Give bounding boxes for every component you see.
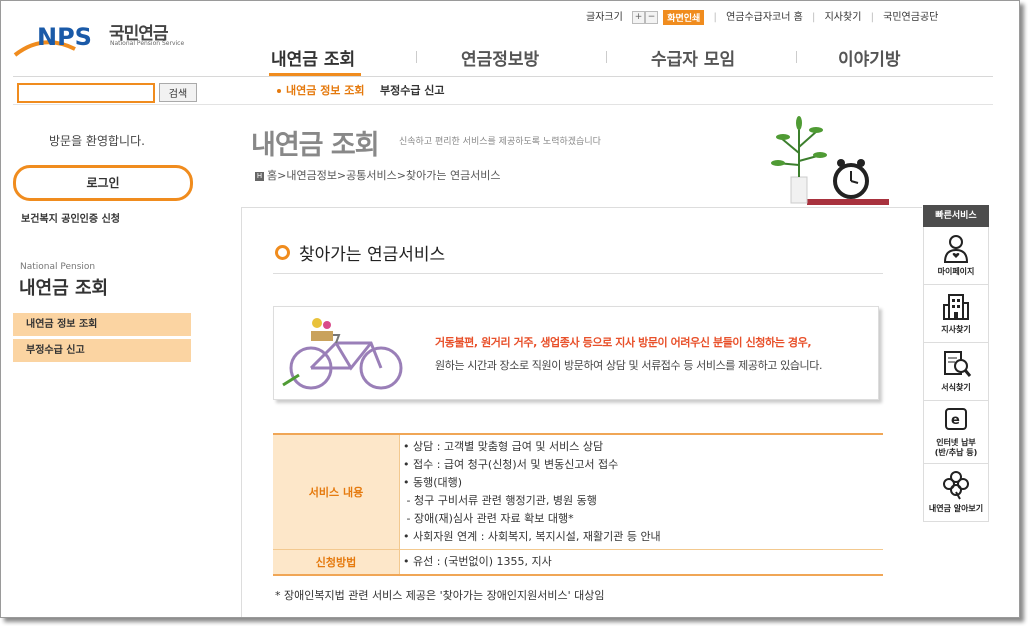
banner-highlight-text: 거동불편, 원거리 거주, 생업종사 등으로 지사 방문이 어려우신 분들이 신… bbox=[435, 336, 812, 349]
search-input[interactable] bbox=[17, 83, 155, 103]
quick-item-internet-payment[interactable]: e 인터넷 납부 (반/추납 등) bbox=[923, 401, 989, 464]
section-divider bbox=[273, 273, 883, 274]
page-description: 신속하고 편리한 서비스를 제공하도록 노력하겠습니다 bbox=[399, 137, 601, 147]
quick-item-pension-check[interactable]: 내연금 알아보기 bbox=[923, 464, 989, 522]
search-button[interactable]: 검색 bbox=[159, 83, 197, 102]
welcome-text: 방문을 환영합니다. bbox=[49, 134, 145, 148]
login-button[interactable]: 로그인 bbox=[13, 165, 193, 201]
quick-service-menu: 빠른서비스 마이페이지 지사찾기 서식찾기 e 인터넷 납부 (반/추납 등) … bbox=[923, 205, 989, 522]
service-table: 서비스 내용 • 상담 : 고객별 맞춤형 급여 및 서비스 상담 • 접수 :… bbox=[273, 433, 883, 576]
table-row: 서비스 내용 • 상담 : 고객별 맞춤형 급여 및 서비스 상담 • 접수 :… bbox=[273, 433, 883, 550]
browser-page: NPS 국민연금 National Pension Service 글자크기 +… bbox=[0, 0, 1020, 618]
bicycle-illustration bbox=[282, 318, 403, 390]
section-title: 찾아가는 연금서비스 bbox=[299, 245, 446, 265]
table-row: 신청방법 • 유선 : (국번없이) 1355, 지사 bbox=[273, 549, 883, 576]
svg-text:e: e bbox=[951, 413, 960, 428]
sidebar-item-my-pension-info[interactable]: 내연금 정보 조회 bbox=[13, 313, 191, 336]
gnb-stories[interactable]: 이야기방 bbox=[838, 45, 901, 70]
screen-print-button[interactable]: 화면인쇄 bbox=[663, 9, 705, 25]
util-link-recipient-home[interactable]: 연금수급자코너 홈 bbox=[726, 12, 803, 23]
plant-clock-illustration bbox=[771, 116, 889, 205]
table-header-service: 서비스 내용 bbox=[273, 433, 400, 550]
table-cell-service: • 상담 : 고객별 맞춤형 급여 및 서비스 상담 • 접수 : 급여 청구(… bbox=[399, 433, 883, 550]
lnb-english-title: National Pension bbox=[20, 262, 96, 272]
breadcrumb: H 홈>내연금정보>공통서비스>찾아가는 연금서비스 bbox=[255, 169, 501, 182]
person-heart-icon bbox=[943, 235, 969, 263]
subnav-fraud-report[interactable]: 부정수급 신고 bbox=[380, 82, 445, 98]
footnote: * 장애인복지법 관련 서비스 제공은 '찾아가는 장애인지원서비스' 대상임 bbox=[275, 589, 605, 602]
gnb-pension-info[interactable]: 연금정보방 bbox=[461, 45, 539, 70]
quick-item-form-search[interactable]: 서식찾기 bbox=[923, 343, 989, 401]
table-header-apply: 신청방법 bbox=[273, 549, 400, 576]
util-link-nps[interactable]: 국민연금공단 bbox=[883, 12, 938, 23]
utility-nav: 글자크기 + − 화면인쇄 | 연금수급자코너 홈 | 지사찾기 | 국민연금공단 bbox=[586, 9, 939, 25]
font-size-label: 글자크기 bbox=[586, 12, 623, 23]
quick-menu-title: 빠른서비스 bbox=[923, 205, 989, 227]
clover-icon bbox=[943, 471, 969, 500]
building-icon bbox=[943, 294, 969, 320]
gnb-divider bbox=[13, 76, 993, 77]
active-dot-icon bbox=[277, 89, 281, 93]
quick-item-branch-search[interactable]: 지사찾기 bbox=[923, 285, 989, 343]
nps-logo[interactable]: NPS bbox=[13, 19, 111, 63]
util-link-branch-search[interactable]: 지사찾기 bbox=[825, 12, 862, 23]
gnb-my-pension[interactable]: 내연금 조회 bbox=[271, 45, 355, 70]
internet-e-icon: e bbox=[945, 408, 967, 430]
document-search-icon bbox=[944, 351, 972, 377]
section-bullet-icon bbox=[275, 245, 290, 260]
gnb-recipient-group[interactable]: 수급자 모임 bbox=[651, 45, 735, 70]
lnb-title: 내연금 조회 bbox=[19, 278, 109, 299]
sidebar-item-fraud-report[interactable]: 부정수급 신고 bbox=[13, 339, 191, 362]
home-icon: H bbox=[255, 171, 264, 181]
page-title: 내연금 조회 bbox=[251, 130, 380, 161]
subnav-divider bbox=[13, 104, 993, 105]
certificate-request-link[interactable]: 보건복지 공인인증 신청 bbox=[21, 210, 120, 225]
zoom-in-button[interactable]: + bbox=[632, 10, 645, 24]
quick-item-mypage[interactable]: 마이페이지 bbox=[923, 227, 989, 285]
svg-text:NPS: NPS bbox=[37, 23, 92, 51]
table-cell-apply: • 유선 : (국번없이) 1355, 지사 bbox=[399, 549, 883, 576]
zoom-out-button[interactable]: − bbox=[645, 10, 658, 24]
banner-description-text: 원하는 시간과 장소로 직원이 방문하여 상담 및 서류접수 등 서비스를 제공… bbox=[435, 359, 823, 372]
subnav-my-pension-info[interactable]: 내연금 정보 조회 bbox=[277, 82, 365, 98]
logo-english-text: National Pension Service bbox=[110, 40, 185, 47]
